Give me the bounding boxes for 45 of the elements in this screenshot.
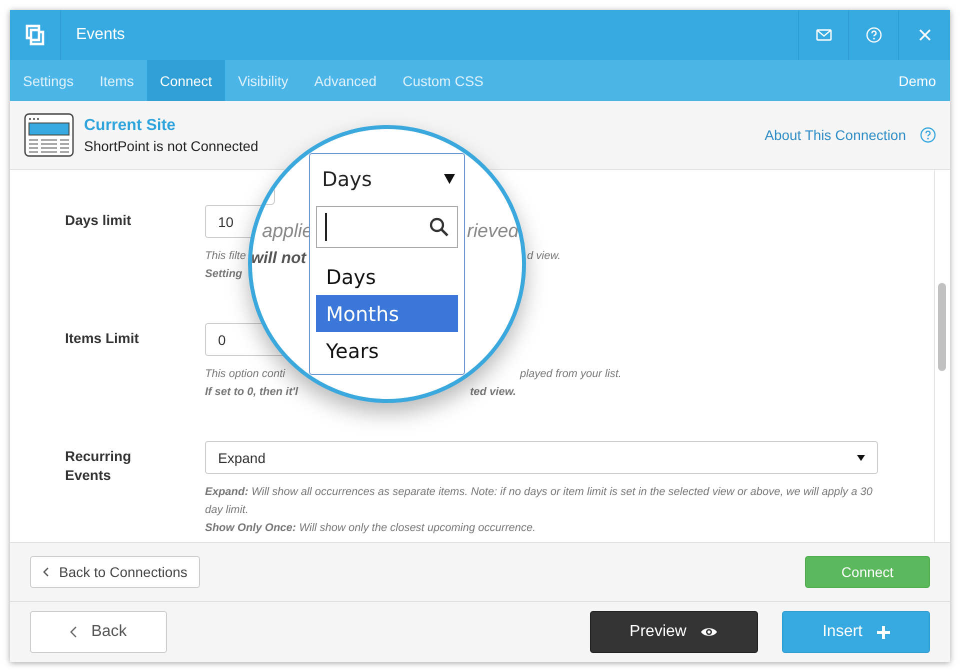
dropdown-select[interactable]: Days	[310, 154, 464, 204]
search-field[interactable]	[316, 206, 458, 248]
field-label: Items Limit	[65, 329, 140, 348]
demo-label: Demo	[898, 72, 936, 88]
mail-icon	[816, 29, 832, 41]
plus-icon	[876, 626, 890, 638]
chevron-left-icon	[43, 567, 49, 577]
field-label: Days limit	[65, 211, 132, 230]
hint-text: Setting	[205, 267, 242, 282]
hint-text: d view.	[527, 249, 561, 264]
dropdown-option[interactable]: Months	[316, 295, 458, 332]
eye-icon	[700, 626, 718, 638]
dropdown-option[interactable]: Days	[316, 258, 458, 295]
hint-text: Show Only Once: Will show only the closest upcoming occurrence.	[205, 521, 536, 536]
hint-text: This option conti	[205, 367, 286, 382]
tab[interactable]: Connect	[146, 60, 225, 101]
back-button[interactable]: Back	[30, 611, 167, 653]
caret-icon	[444, 174, 455, 184]
insert-button[interactable]: Insert	[782, 611, 930, 653]
magnified-text: will not	[252, 249, 306, 269]
caret-icon	[857, 454, 865, 460]
hint-text: played from your list.	[520, 367, 622, 382]
field-label: Recurring Events	[65, 447, 132, 485]
hint-text: If set to 0, then it'l	[205, 385, 298, 400]
connection-title: Current Site	[84, 116, 177, 134]
back-to-connections-button[interactable]: Back to Connections	[30, 556, 200, 588]
help-icon	[866, 27, 882, 43]
dropdown-option[interactable]: Years	[316, 332, 458, 369]
about-connection-link[interactable]: About This Connection	[764, 127, 906, 143]
select-field[interactable]: Expand	[205, 441, 878, 474]
logo-icon	[25, 24, 45, 46]
hint-text: Expand: Will show all occurrences as separate items. Note: if no days or item limit is set in the selected view or above, we will apply a 30 day limit.	[205, 485, 874, 518]
chevron-left-icon	[70, 626, 78, 638]
scrollbar-thumb[interactable]	[938, 283, 946, 371]
search-icon	[429, 217, 449, 237]
connection-status: ShortPoint is not Connected	[84, 138, 260, 154]
site-icon	[24, 113, 74, 157]
preview-button[interactable]: Preview	[590, 611, 758, 653]
close-icon	[918, 28, 932, 42]
magnified-text: rieved	[467, 221, 519, 243]
connect-button[interactable]: Connect	[805, 556, 930, 588]
window-title: Events	[76, 26, 125, 44]
hint-text: This filte	[205, 249, 246, 264]
help-icon[interactable]	[920, 127, 936, 143]
hint-text: ted view.	[470, 385, 516, 400]
